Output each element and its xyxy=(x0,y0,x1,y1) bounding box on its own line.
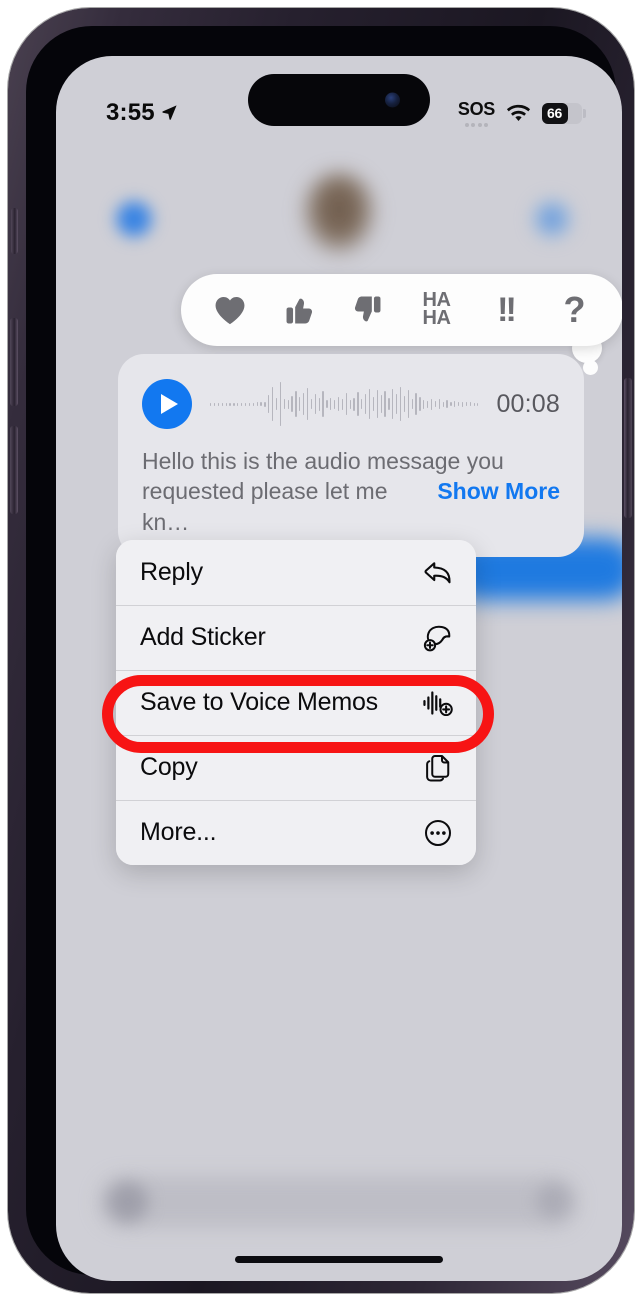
sos-indicator: SOS xyxy=(458,99,495,127)
status-indicators: SOS 66 xyxy=(458,99,586,127)
audio-player-row: 00:08 xyxy=(142,376,560,432)
input-plus-icon[interactable] xyxy=(108,1182,148,1222)
battery-cap xyxy=(583,108,586,118)
reaction-exclamation-button[interactable]: !! xyxy=(480,284,532,336)
transcript-line-2: requested please let me kn… xyxy=(142,478,388,535)
wifi-icon xyxy=(506,104,531,121)
home-indicator[interactable] xyxy=(235,1256,443,1263)
waveform-plus-icon xyxy=(422,687,454,719)
sos-label: SOS xyxy=(457,99,495,119)
reaction-thumbs-down-button[interactable] xyxy=(342,284,394,336)
haha-line-2: HA xyxy=(422,307,451,329)
menu-item-more[interactable]: More... xyxy=(116,800,476,865)
tapback-tail-small xyxy=(583,360,598,375)
contact-avatar[interactable] xyxy=(300,171,378,257)
audio-waveform[interactable] xyxy=(210,376,479,432)
menu-item-label: More... xyxy=(140,818,217,846)
status-bar: 3:55 SOS 66 xyxy=(56,56,622,144)
menu-item-label: Reply xyxy=(140,558,203,586)
sticker-plus-icon xyxy=(422,622,454,654)
status-time-label: 3:55 xyxy=(106,99,155,126)
location-arrow-icon xyxy=(162,104,177,120)
battery-indicator: 66 xyxy=(542,102,586,124)
silent-switch-button[interactable] xyxy=(11,208,18,254)
nav-right-action-icon[interactable] xyxy=(530,196,574,242)
message-input-bar[interactable] xyxy=(98,1176,578,1228)
reply-arrow-icon xyxy=(422,557,454,589)
back-chevron-icon[interactable] xyxy=(111,196,157,242)
show-more-link[interactable]: Show More xyxy=(437,476,560,506)
menu-item-label: Copy xyxy=(140,753,198,781)
haha-icon: HA HA xyxy=(422,291,451,329)
exclamation-icon: !! xyxy=(497,291,517,329)
menu-item-save-to-voice-memos[interactable]: Save to Voice Memos xyxy=(116,670,476,735)
menu-item-label: Save to Voice Memos xyxy=(140,688,378,716)
battery-level-label: 66 xyxy=(547,105,562,121)
menu-item-reply[interactable]: Reply xyxy=(116,540,476,605)
phone-frame: 3:55 SOS 66 HA HA !! ? 00:08 Hello this … xyxy=(8,8,634,1293)
copy-documents-icon xyxy=(422,752,454,784)
ellipsis-circle-icon xyxy=(422,817,454,849)
reaction-thumbs-up-button[interactable] xyxy=(273,284,325,336)
audio-transcript: Hello this is the audio message you requ… xyxy=(142,446,560,537)
transcript-line-2-row: requested please let me kn… Show More xyxy=(142,476,560,537)
reaction-haha-button[interactable]: HA HA xyxy=(411,284,463,336)
thumbs-down-icon xyxy=(354,296,380,322)
audio-duration-label: 00:08 xyxy=(496,389,560,418)
transcript-line-1: Hello this is the audio message you xyxy=(142,448,504,474)
power-button[interactable] xyxy=(624,378,632,518)
phone-screen: 3:55 SOS 66 HA HA !! ? 00:08 Hello this … xyxy=(56,56,622,1281)
menu-item-copy[interactable]: Copy xyxy=(116,735,476,800)
play-icon xyxy=(161,394,178,414)
phone-bezel: 3:55 SOS 66 HA HA !! ? 00:08 Hello this … xyxy=(26,26,622,1281)
audio-message-bubble[interactable]: 00:08 Hello this is the audio message yo… xyxy=(118,354,584,558)
thumbs-up-icon xyxy=(286,298,312,324)
play-button[interactable] xyxy=(142,379,192,429)
volume-up-button[interactable] xyxy=(10,318,18,406)
cellular-dots-icon xyxy=(464,123,489,127)
menu-item-add-sticker[interactable]: Add Sticker xyxy=(116,605,476,670)
menu-item-label: Add Sticker xyxy=(140,623,266,651)
volume-down-button[interactable] xyxy=(10,426,18,514)
status-time-group: 3:55 xyxy=(106,99,178,127)
context-menu[interactable]: Reply Add Sticker Save to Voice Memos Co… xyxy=(116,540,476,865)
input-mic-icon[interactable] xyxy=(536,1184,570,1218)
heart-icon xyxy=(215,296,244,325)
tapback-reaction-bar[interactable]: HA HA !! ? xyxy=(181,274,622,346)
question-icon: ? xyxy=(563,289,586,330)
reaction-heart-button[interactable] xyxy=(204,284,256,336)
reaction-question-button[interactable]: ? xyxy=(549,284,601,336)
